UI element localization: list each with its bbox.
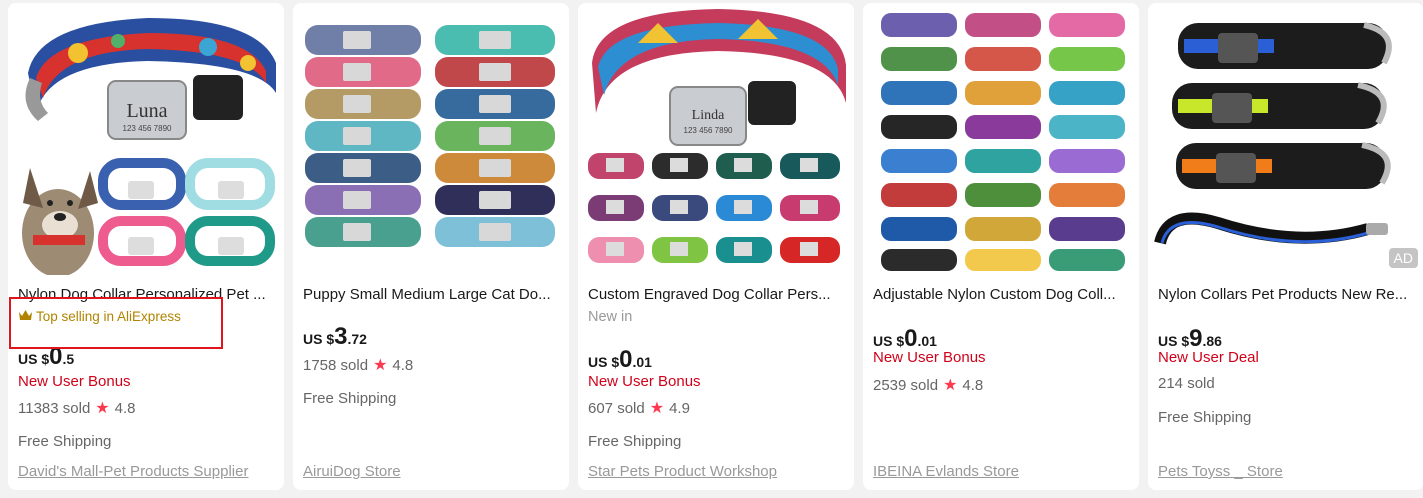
- price-decimal: .86: [1202, 333, 1222, 349]
- shipping-info: Free Shipping: [1158, 409, 1252, 426]
- star-icon: ★: [95, 400, 110, 417]
- new-in-tag: New in: [588, 309, 633, 325]
- new-user-deal: New User Deal: [1158, 349, 1259, 366]
- product-image[interactable]: [1148, 3, 1423, 275]
- collar-image: [863, 3, 1139, 275]
- product-title[interactable]: Nylon Collars Pet Products New Re...: [1158, 286, 1416, 303]
- price-integer: 3: [334, 323, 348, 350]
- price-currency: US $: [18, 351, 50, 367]
- sold-count-row: 214 sold: [1158, 375, 1215, 392]
- product-image[interactable]: [293, 3, 569, 275]
- product-card[interactable]: Adjustable Nylon Custom Dog Coll... US $…: [863, 3, 1139, 490]
- star-icon: ★: [649, 400, 665, 417]
- collar-image: Luna 123 456 7890: [8, 3, 284, 275]
- product-price: US $3.72: [303, 323, 367, 351]
- price-currency: US $: [1158, 333, 1190, 349]
- product-card[interactable]: Puppy Small Medium Large Cat Do... US $3…: [293, 3, 569, 490]
- sold-count: 214 sold: [1158, 375, 1215, 392]
- product-title[interactable]: Adjustable Nylon Custom Dog Coll...: [873, 286, 1131, 303]
- product-image[interactable]: Luna 123 456 7890: [8, 3, 284, 275]
- price-decimal: .01: [917, 333, 937, 349]
- sold-and-rating: 2539 sold ★ 4.8: [873, 375, 983, 395]
- collar-tag-phone: 123 456 7890: [684, 126, 733, 135]
- product-card[interactable]: AD Nylon Collars Pet Products New Re... …: [1148, 3, 1423, 490]
- product-title[interactable]: Puppy Small Medium Large Cat Do...: [303, 286, 561, 303]
- rating-value: 4.8: [114, 399, 136, 417]
- sold-and-rating: 1758 sold ★ 4.8: [303, 355, 413, 375]
- store-link[interactable]: Pets Toyss _ Store: [1158, 463, 1283, 480]
- star-icon: ★: [943, 377, 958, 394]
- star-icon: ★: [373, 357, 388, 374]
- collar-image: [293, 3, 569, 275]
- rating-value: 4.8: [962, 376, 984, 394]
- price-integer: 9: [1189, 325, 1203, 352]
- collar-tag-phone: 123 456 7890: [123, 124, 172, 133]
- product-image[interactable]: [863, 3, 1139, 275]
- price-currency: US $: [303, 331, 335, 347]
- shipping-info: Free Shipping: [303, 390, 397, 407]
- product-title[interactable]: Custom Engraved Dog Collar Pers...: [588, 286, 846, 303]
- store-link[interactable]: Star Pets Product Workshop: [588, 463, 777, 480]
- sold-count: 607 sold: [588, 399, 645, 417]
- store-link[interactable]: IBEINA Evlands Store: [873, 463, 1019, 480]
- price-decimal: .01: [632, 354, 652, 370]
- price-currency: US $: [873, 333, 905, 349]
- ad-badge: AD: [1388, 248, 1418, 268]
- collar-tag-name: Luna: [126, 100, 167, 122]
- highlight-box: [9, 297, 223, 349]
- shipping-info: Free Shipping: [18, 433, 112, 450]
- collar-image: Linda 123 456 7890: [578, 3, 854, 275]
- shipping-info: Free Shipping: [588, 433, 682, 450]
- sold-and-rating: 607 sold ★ 4.9: [588, 398, 690, 418]
- sold-count: 1758 sold: [303, 356, 369, 374]
- new-user-bonus: New User Bonus: [873, 349, 986, 366]
- product-image[interactable]: Linda 123 456 7890: [578, 3, 854, 275]
- price-integer: 0: [904, 325, 918, 352]
- sold-and-rating: 11383 sold ★ 4.8: [18, 398, 136, 418]
- rating-value: 4.9: [669, 399, 690, 417]
- new-user-bonus: New User Bonus: [18, 373, 131, 390]
- price-decimal: .72: [347, 331, 367, 347]
- new-user-bonus: New User Bonus: [588, 373, 701, 390]
- store-link[interactable]: AiruiDog Store: [303, 463, 401, 480]
- price-currency: US $: [588, 354, 620, 370]
- price-decimal: .5: [62, 351, 75, 367]
- sold-count: 11383 sold: [18, 399, 91, 417]
- sold-count: 2539 sold: [873, 376, 939, 394]
- collar-image: [1148, 3, 1423, 275]
- store-link[interactable]: David's Mall-Pet Products Supplier: [18, 463, 248, 480]
- product-price: US $0.01: [588, 346, 652, 374]
- product-card[interactable]: Luna 123 456 7890 Nylon Dog Collar Perso…: [8, 3, 284, 490]
- product-card[interactable]: Linda 123 456 7890 Custom Engraved Dog C…: [578, 3, 854, 490]
- rating-value: 4.8: [392, 356, 414, 374]
- collar-tag-name: Linda: [692, 108, 725, 123]
- price-integer: 0: [619, 346, 633, 373]
